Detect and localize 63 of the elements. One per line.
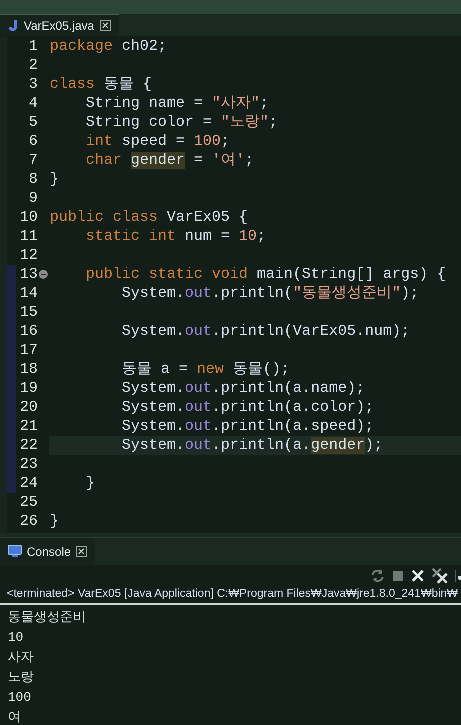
line-number: 11 — [18, 227, 38, 246]
console-output-line: 여 — [8, 709, 22, 725]
code-line: System.out.println(a.color); — [121, 398, 376, 417]
line-number: 10 — [18, 208, 38, 227]
line-number: 26 — [18, 512, 38, 531]
code-line: public class VarEx05 { — [49, 208, 250, 227]
line-number: 4 — [28, 94, 38, 113]
line-number: 1 — [28, 37, 38, 56]
line-number: 22 — [18, 436, 38, 455]
code-line: String name = "사자"; — [85, 94, 270, 113]
close-icon[interactable] — [76, 546, 88, 557]
line-number: 16 — [18, 322, 38, 341]
remove-all-icon[interactable] — [432, 568, 448, 584]
code-line: } — [49, 512, 60, 531]
code-line: class 동물 { — [49, 75, 154, 94]
stop-icon[interactable] — [392, 570, 404, 582]
console-output-line: 100 — [8, 689, 32, 707]
line-number: 24 — [18, 474, 38, 493]
code-line: System.out.println(VarEx05.num); — [121, 322, 412, 341]
code-line: char gender = '여'; — [85, 151, 256, 170]
tab-title: VarEx05.java — [24, 18, 94, 34]
code-line: static int num = 10; — [85, 227, 268, 246]
line-number: 3 — [28, 75, 38, 94]
java-file-icon — [8, 19, 18, 32]
console-tab[interactable]: Console — [0, 538, 96, 565]
console-output-line: 사자 — [8, 649, 35, 667]
tab-title: Console — [27, 544, 72, 560]
line-number: 13 — [18, 265, 38, 284]
line-number: 7 — [28, 151, 38, 170]
monitor-icon — [8, 545, 22, 558]
console-output-line: 10 — [8, 629, 25, 647]
console-output-line: 노랑 — [8, 669, 35, 687]
line-number: 5 — [28, 113, 38, 132]
code-line: } — [49, 170, 60, 189]
code-line: } — [85, 474, 96, 493]
code-line: 동물 a = new 동물(); — [121, 360, 292, 379]
line-number: 25 — [18, 493, 38, 512]
code-line: String color = "노랑"; — [85, 113, 280, 132]
line-number: 9 — [28, 189, 38, 208]
code-line: public static void main(String[] args) { — [85, 265, 448, 284]
console-output-line: 동물생성준비 — [8, 609, 87, 627]
line-number: 17 — [18, 341, 38, 360]
console-status-text: <terminated> VarEx05 [Java Application] C:₩Program Files₩Java₩jre1.8.0_241₩bin₩ — [0, 586, 461, 605]
line-number: 20 — [18, 398, 38, 417]
editor-tab[interactable]: VarEx05.java — [0, 14, 120, 36]
line-number: 8 — [28, 170, 38, 189]
code-line: package ch02; — [49, 37, 168, 56]
line-number: 12 — [18, 246, 38, 265]
fold-icon[interactable] — [39, 270, 48, 279]
close-icon[interactable] — [100, 20, 112, 31]
line-number: 21 — [18, 417, 38, 436]
code-line: System.out.println("동물생성준비"); — [121, 284, 420, 303]
line-number: 23 — [18, 455, 38, 474]
line-number: 15 — [18, 303, 38, 322]
line-number: 19 — [18, 379, 38, 398]
line-number: 18 — [18, 360, 38, 379]
code-line: int speed = 100; — [85, 132, 232, 151]
line-number: 14 — [18, 284, 38, 303]
refresh-icon[interactable] — [371, 568, 385, 582]
code-line: System.out.println(a.speed); — [121, 417, 376, 436]
code-line: System.out.println(a.name); — [121, 379, 366, 398]
line-number: 6 — [28, 132, 38, 151]
line-number: 2 — [28, 56, 38, 75]
